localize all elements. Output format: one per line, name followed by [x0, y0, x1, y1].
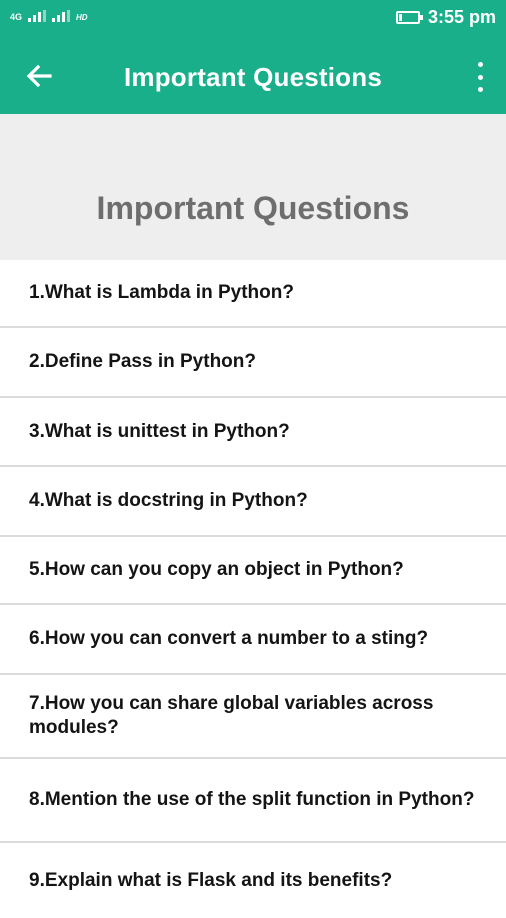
- network-type-label: 4G: [10, 12, 23, 22]
- question-list: 1.What is Lambda in Python? 2.Define Pas…: [0, 260, 506, 918]
- signal-strength-icon-2: [52, 10, 71, 22]
- hd-indicator: HD: [76, 13, 88, 22]
- signal-strength-icon: [28, 10, 47, 22]
- app-bar-title: Important Questions: [123, 62, 383, 92]
- question-item-1[interactable]: 1.What is Lambda in Python?: [0, 260, 506, 328]
- question-item-4[interactable]: 4.What is docstring in Python?: [0, 467, 506, 537]
- battery-icon: [395, 11, 423, 24]
- status-left-icons: 4G HD: [10, 10, 88, 22]
- question-item-6[interactable]: 6.How you can convert a number to a stin…: [0, 605, 506, 675]
- page-title: Important Questions: [96, 190, 410, 226]
- header-banner: Important Questions: [0, 114, 506, 260]
- question-item-7[interactable]: 7.How you can share global variables acr…: [0, 675, 506, 759]
- status-bar: 4G HD 3:55 pm: [0, 0, 506, 40]
- battery-level: [398, 14, 402, 21]
- clock: 3:55 pm: [427, 7, 496, 27]
- app-bar: Important Questions: [0, 40, 506, 114]
- question-item-8[interactable]: 8.Mention the use of the split function …: [0, 759, 506, 843]
- question-item-5[interactable]: 5.How can you copy an object in Python?: [0, 537, 506, 605]
- question-item-9[interactable]: 9.Explain what is Flask and its benefits…: [0, 843, 506, 918]
- question-item-3[interactable]: 3.What is unittest in Python?: [0, 398, 506, 467]
- overflow-menu-button[interactable]: [472, 62, 488, 92]
- question-item-2[interactable]: 2.Define Pass in Python?: [0, 328, 506, 398]
- more-vert-icon: [477, 62, 483, 67]
- status-right-icons: 3:55 pm: [395, 7, 496, 28]
